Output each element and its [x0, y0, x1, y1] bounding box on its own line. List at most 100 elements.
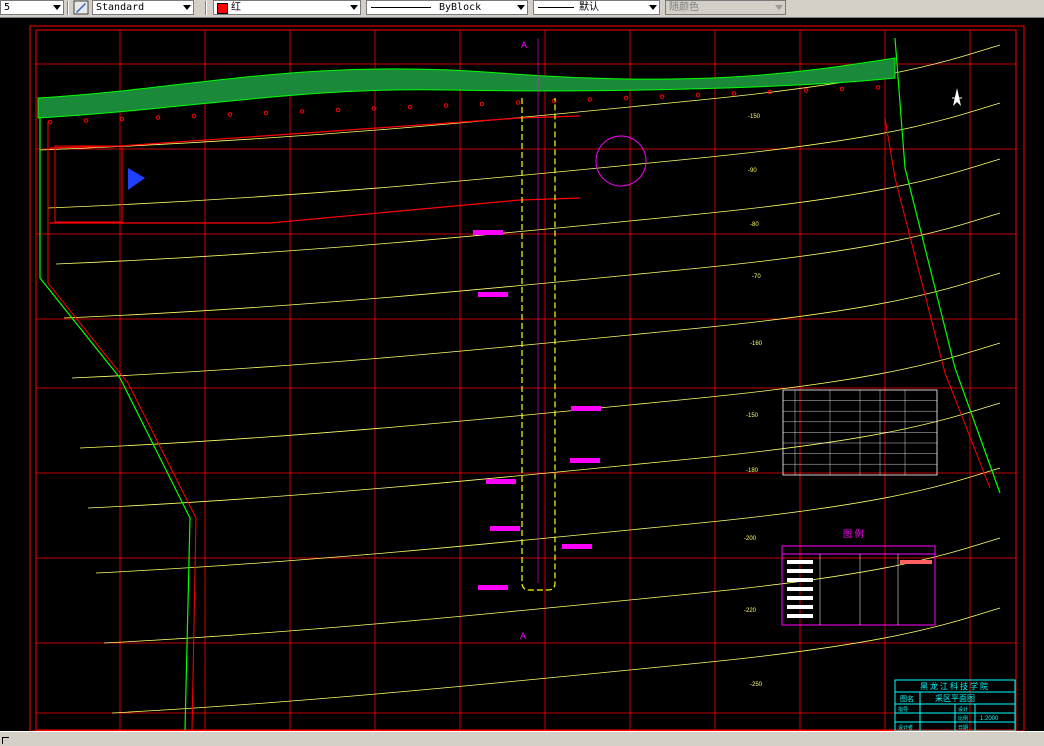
- chevron-down-icon[interactable]: [53, 5, 61, 10]
- contour-label: -150: [746, 413, 759, 419]
- title-cell: 指导: [898, 706, 908, 713]
- survey-point: [479, 101, 485, 107]
- text-style-combo[interactable]: Standard: [92, 0, 194, 15]
- lineweight-sample: [538, 7, 574, 8]
- ucs-icon: [2, 737, 9, 744]
- chevron-down-icon[interactable]: [517, 5, 525, 10]
- title-scale: 1:2000: [980, 716, 999, 722]
- contour-line: [63, 212, 1001, 319]
- lineweight-combo[interactable]: 默认: [533, 0, 660, 15]
- drawing-canvas[interactable]: A A -150 -90 -80 -70 -160 -150 -180 -200…: [0, 18, 1044, 731]
- contour-line: [111, 607, 1001, 714]
- contour-label: -70: [752, 274, 761, 280]
- text-style-icon[interactable]: [73, 0, 89, 15]
- hatch-band: [37, 57, 896, 119]
- toolbar-separator: [67, 1, 69, 15]
- title-drawing-name: 采区平面图: [935, 693, 975, 703]
- legend-swatch: [787, 578, 813, 582]
- contour-label: -160: [750, 341, 763, 347]
- contour-label: -200: [744, 536, 757, 542]
- survey-point: [299, 109, 305, 114]
- contour-line: [95, 467, 1001, 574]
- survey-point: [83, 118, 89, 123]
- label-tag: [562, 544, 592, 549]
- survey-point: [623, 95, 629, 101]
- lineweight-value: 默认: [579, 2, 599, 13]
- label-tag: [570, 458, 600, 463]
- section-mark-top: A: [521, 40, 527, 50]
- legend-swatch: [787, 596, 813, 600]
- color-swatch: [217, 3, 228, 14]
- survey-point: [695, 92, 701, 98]
- legend-swatch: [787, 560, 813, 564]
- linetype-sample: [371, 7, 431, 8]
- survey-point: [803, 88, 809, 93]
- north-arrow-icon: [952, 88, 962, 106]
- chevron-down-icon[interactable]: [649, 5, 657, 10]
- text-style-value: Standard: [96, 2, 145, 13]
- plotstyle-combo: 随颜色: [665, 0, 786, 15]
- legend-swatch: [787, 614, 813, 618]
- survey-point: [659, 94, 665, 99]
- contour-label: -90: [748, 168, 757, 174]
- label-tag: [486, 479, 516, 484]
- survey-point: [515, 100, 521, 105]
- chevron-down-icon[interactable]: [183, 5, 191, 10]
- contour-lines: [39, 44, 1001, 714]
- chevron-down-icon[interactable]: [350, 5, 358, 10]
- color-combo[interactable]: 红: [213, 0, 361, 15]
- survey-point: [839, 86, 845, 92]
- contour-label: -180: [746, 468, 759, 474]
- legend-swatch: [900, 560, 932, 564]
- roadway-lower: [50, 197, 581, 224]
- boundary-right-green: [894, 37, 1001, 494]
- label-tag: [478, 292, 508, 297]
- layer-combo[interactable]: 5: [0, 0, 64, 15]
- survey-point: [587, 97, 593, 102]
- survey-point: [443, 103, 449, 108]
- title-cell: 比例: [958, 715, 968, 722]
- industrial-yard: [54, 145, 123, 223]
- survey-point: [731, 91, 737, 96]
- legend-swatch: [787, 569, 813, 573]
- roadway-upper: [49, 115, 581, 149]
- title-institution: 黑龙江科技学院: [920, 681, 990, 691]
- layer-combo-value: 5: [4, 2, 11, 13]
- survey-point: [227, 112, 233, 117]
- shaft-arrow: [128, 168, 145, 190]
- color-value: 红: [231, 2, 241, 13]
- survey-point: [407, 104, 413, 110]
- title-cell: 设计者: [898, 724, 913, 731]
- contour-label-group: -150 -90 -80 -70 -160 -150 -180 -200 -22…: [744, 114, 763, 688]
- contour-label: -220: [744, 608, 757, 614]
- label-tag: [473, 230, 503, 235]
- chevron-down-icon: [775, 5, 783, 10]
- title-label: 图名: [900, 694, 914, 703]
- drawing-svg[interactable]: A A -150 -90 -80 -70 -160 -150 -180 -200…: [0, 18, 1044, 731]
- legend-panel: 图 例: [781, 528, 936, 626]
- plotstyle-value: 随颜色: [669, 2, 699, 13]
- linetype-combo[interactable]: ByBlock: [366, 0, 528, 15]
- label-tag: [490, 526, 520, 531]
- contour-label: -80: [750, 222, 759, 228]
- contour-label: -250: [750, 682, 763, 688]
- title-cell: 设计: [958, 706, 968, 713]
- boundary-left-green: [39, 118, 191, 731]
- survey-point: [191, 113, 197, 119]
- survey-point: [335, 107, 341, 113]
- label-tag: [478, 585, 508, 590]
- contour-line: [47, 102, 1001, 209]
- survey-point: [263, 110, 269, 116]
- detail-circle: [595, 135, 647, 187]
- contour-line: [87, 402, 1001, 509]
- legend-swatch: [787, 587, 813, 591]
- linetype-value: ByBlock: [439, 2, 482, 13]
- main-tunnel: [521, 38, 556, 591]
- legend-title: 图 例: [843, 528, 864, 539]
- properties-toolbar: 5 Standard 红 ByBlock 默认 随颜色: [0, 0, 1044, 18]
- label-tag: [571, 406, 601, 411]
- contour-label: -150: [748, 114, 761, 120]
- toolbar-separator: [205, 1, 207, 15]
- survey-point: [155, 115, 161, 120]
- legend-swatch: [787, 605, 813, 609]
